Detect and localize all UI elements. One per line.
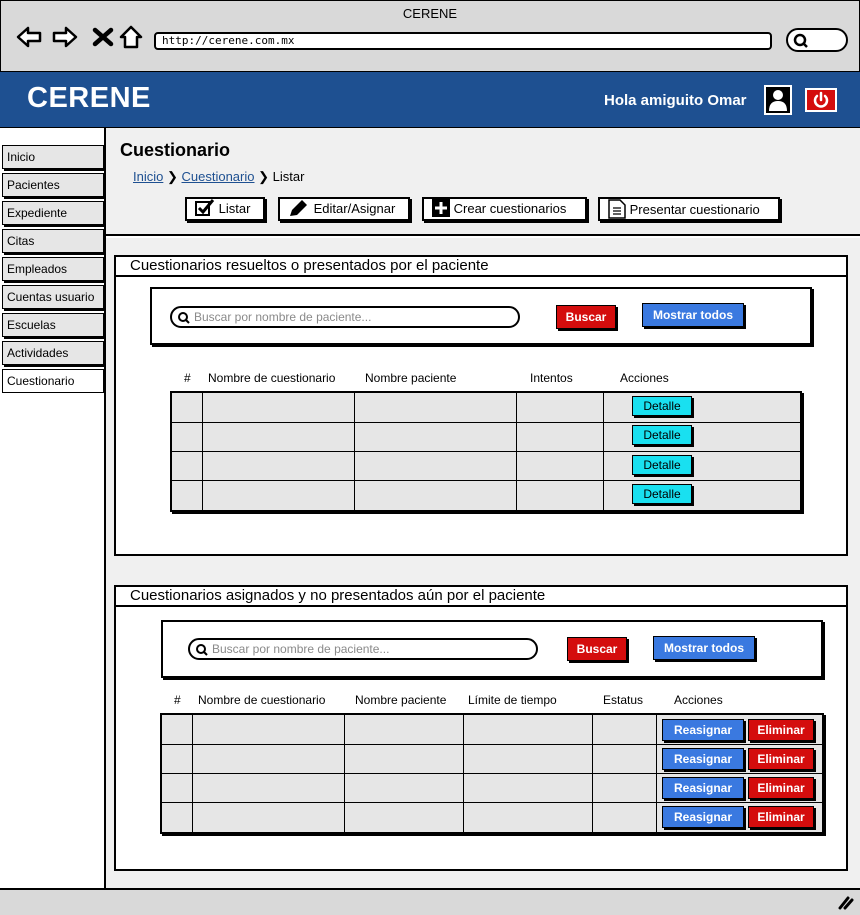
- breadcrumb: Inicio ❯ Cuestionario ❯ Listar: [133, 169, 304, 185]
- resize-handle-icon[interactable]: [836, 894, 854, 910]
- sidebar-item-escuelas[interactable]: Escuelas: [2, 313, 104, 337]
- sidebar-item-cuestionario[interactable]: Cuestionario: [2, 369, 104, 393]
- detalle-button[interactable]: Detalle: [632, 396, 692, 416]
- chevron-right-icon: ❯: [166, 169, 182, 184]
- table-row: Detalle: [172, 451, 800, 481]
- presentar-cuestionario-button[interactable]: Presentar cuestionario: [598, 197, 780, 221]
- search-icon: [178, 312, 190, 324]
- p1-col-nombre-cuestionario: Nombre de cuestionario: [208, 371, 336, 385]
- pencil-icon: [290, 200, 307, 216]
- p1-col-acciones: Acciones: [620, 371, 669, 385]
- search-icon: [196, 644, 208, 656]
- panel2-buscar-button[interactable]: Buscar: [567, 637, 627, 661]
- user-icon: [769, 90, 787, 111]
- url-bar[interactable]: http://cerene.com.mx: [154, 32, 772, 50]
- status-bar: [0, 888, 860, 915]
- panel1-mostrar-todos-button[interactable]: Mostrar todos: [642, 303, 744, 327]
- p2-col-nombre-paciente: Nombre paciente: [355, 693, 447, 707]
- p1-col-nombre-paciente: Nombre paciente: [365, 371, 457, 385]
- crear-cuestionarios-button[interactable]: Crear cuestionarios: [422, 197, 587, 221]
- reasignar-button[interactable]: Reasignar: [662, 719, 744, 741]
- sidebar-item-cuentas-usuario[interactable]: Cuentas usuario: [2, 285, 104, 309]
- forward-arrow-icon[interactable]: [52, 24, 78, 50]
- chevron-right-icon: ❯: [258, 169, 273, 184]
- home-icon[interactable]: [118, 24, 144, 50]
- p2-col-limite-tiempo: Límite de tiempo: [468, 693, 557, 707]
- sidebar-item-citas[interactable]: Citas: [2, 229, 104, 253]
- user-greeting: Hola amiguito Omar: [604, 92, 747, 109]
- panel1-buscar-button[interactable]: Buscar: [556, 305, 616, 329]
- detalle-button[interactable]: Detalle: [632, 425, 692, 445]
- p2-col-estatus: Estatus: [603, 693, 644, 707]
- editar-asignar-button[interactable]: Editar/Asignar: [278, 197, 410, 221]
- sidebar-item-inicio[interactable]: Inicio: [2, 145, 104, 169]
- browser-search-box[interactable]: [786, 28, 848, 52]
- sidebar-item-empleados[interactable]: Empleados: [2, 257, 104, 281]
- panel2-search-input[interactable]: Buscar por nombre de paciente...: [188, 638, 538, 660]
- table-row: Reasignar Eliminar: [162, 715, 822, 745]
- listar-button[interactable]: Listar: [185, 197, 265, 221]
- reasignar-button[interactable]: Reasignar: [662, 806, 744, 828]
- breadcrumb-current: Listar: [272, 169, 305, 184]
- panel2-table: Reasignar Eliminar Reasignar Eliminar Re…: [160, 713, 824, 834]
- p1-col-num: #: [184, 371, 191, 385]
- table-row: Detalle: [172, 393, 800, 423]
- window-title: CERENE: [402, 6, 458, 21]
- breadcrumb-inicio[interactable]: Inicio: [133, 169, 163, 184]
- p2-col-acciones: Acciones: [674, 693, 723, 707]
- logout-button[interactable]: [805, 88, 837, 112]
- detalle-button[interactable]: Detalle: [632, 484, 692, 504]
- panel2-mostrar-todos-button[interactable]: Mostrar todos: [653, 636, 755, 660]
- detalle-button[interactable]: Detalle: [632, 455, 692, 475]
- power-icon: [813, 91, 829, 108]
- table-row: Reasignar Eliminar: [162, 773, 822, 803]
- p2-col-nombre-cuestionario: Nombre de cuestionario: [198, 693, 326, 707]
- table-row: Detalle: [172, 480, 800, 510]
- table-row: Reasignar Eliminar: [162, 744, 822, 774]
- sidebar-item-actividades[interactable]: Actividades: [2, 341, 104, 365]
- brand-logo: CERENE: [27, 82, 151, 114]
- panel2-title: Cuestionarios asignados y no presentados…: [114, 585, 848, 607]
- sidebar-item-pacientes[interactable]: Pacientes: [2, 173, 104, 197]
- eliminar-button[interactable]: Eliminar: [748, 719, 814, 741]
- table-row: Detalle: [172, 422, 800, 452]
- page-title: Cuestionario: [120, 140, 231, 160]
- breadcrumb-cuestionario[interactable]: Cuestionario: [182, 169, 255, 184]
- p1-col-intentos: Intentos: [530, 371, 573, 385]
- back-arrow-icon[interactable]: [16, 24, 42, 50]
- reasignar-button[interactable]: Reasignar: [662, 777, 744, 799]
- panel1-search-input[interactable]: Buscar por nombre de paciente...: [170, 306, 520, 328]
- p2-col-num: #: [174, 693, 181, 707]
- panel1-table: Detalle Detalle Detalle Detalle: [170, 391, 802, 512]
- sidebar-item-expediente[interactable]: Expediente: [2, 201, 104, 225]
- close-x-icon[interactable]: [90, 24, 116, 50]
- eliminar-button[interactable]: Eliminar: [748, 806, 814, 828]
- panel1-title: Cuestionarios resueltos o presentados po…: [114, 255, 848, 277]
- user-profile-button[interactable]: [764, 85, 792, 115]
- eliminar-button[interactable]: Eliminar: [748, 748, 814, 770]
- table-row: Reasignar Eliminar: [162, 802, 822, 832]
- eliminar-button[interactable]: Eliminar: [748, 777, 814, 799]
- plus-icon: [432, 199, 450, 217]
- document-icon: [608, 199, 626, 219]
- checkbox-icon: [195, 199, 215, 216]
- search-icon: [793, 33, 808, 48]
- reasignar-button[interactable]: Reasignar: [662, 748, 744, 770]
